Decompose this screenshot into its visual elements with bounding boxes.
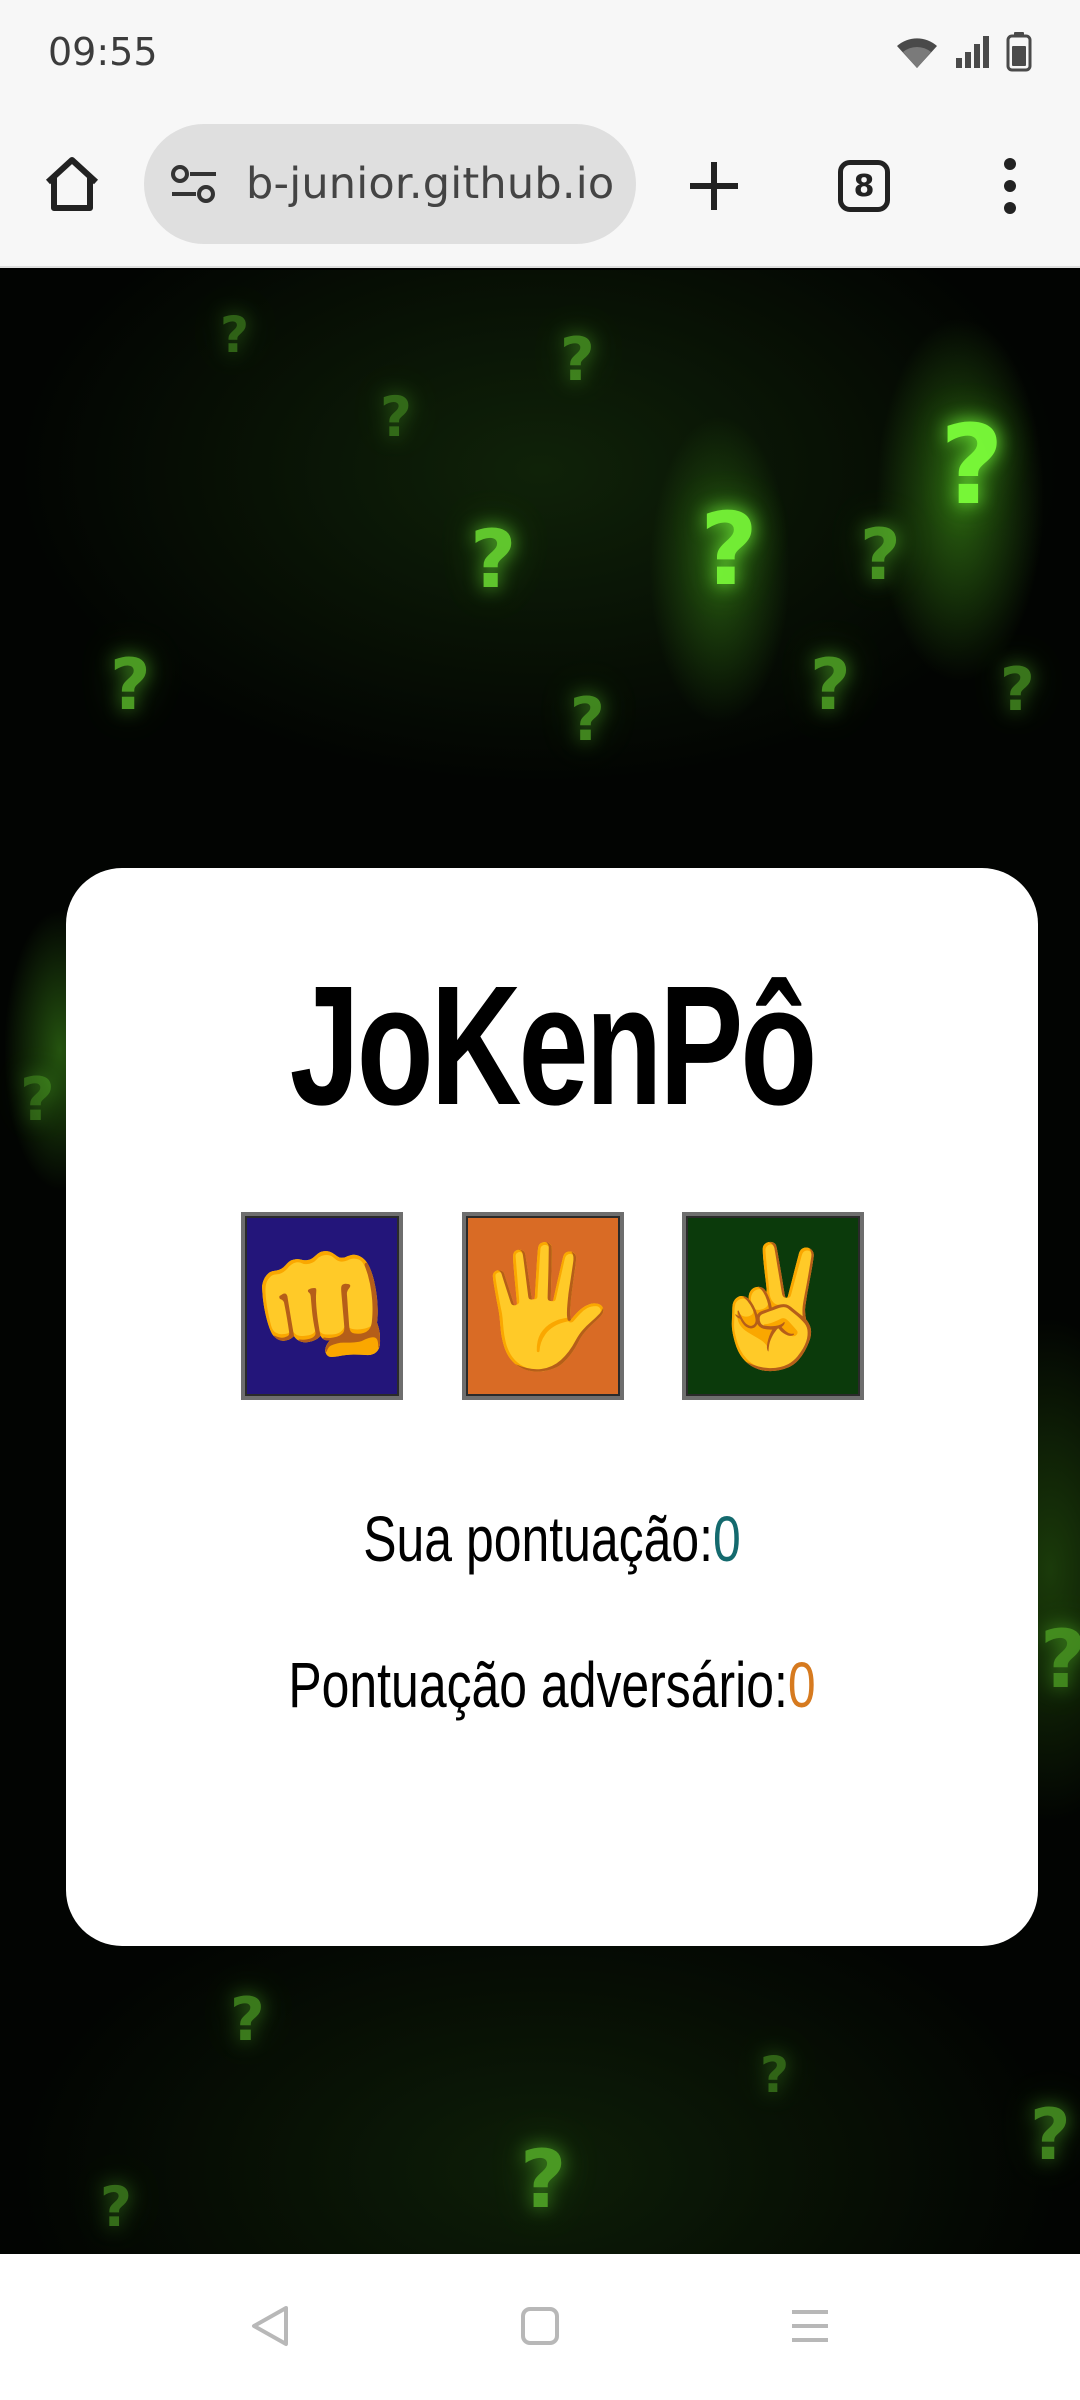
question-mark-decoration: ? bbox=[380, 385, 412, 449]
system-nav-bar bbox=[0, 2254, 1080, 2400]
signal-icon bbox=[956, 36, 989, 68]
back-icon[interactable] bbox=[248, 2302, 292, 2350]
scissors-button[interactable]: ✌️ bbox=[682, 1212, 864, 1400]
question-mark-decoration: ? bbox=[100, 2175, 132, 2239]
browser-toolbar: b-junior.github.io 8 bbox=[0, 104, 1080, 268]
player-score-value: 0 bbox=[712, 1503, 741, 1575]
question-mark-decoration: ? bbox=[700, 491, 759, 608]
question-mark-decoration: ? bbox=[470, 513, 517, 606]
player-score-label: Sua pontuação: bbox=[363, 1503, 713, 1575]
site-settings-icon[interactable] bbox=[166, 156, 222, 212]
question-mark-decoration: ? bbox=[570, 685, 605, 755]
question-mark-decoration: ? bbox=[860, 514, 901, 596]
scissors-victory-icon: ✌️ bbox=[699, 1237, 847, 1375]
page-background: ? ? ? ? ? ? ? ? ? ? ? ? ? ? ? ? ? ? JoKe… bbox=[0, 270, 1080, 2254]
question-mark-decoration: ? bbox=[940, 401, 1004, 529]
url-text: b-junior.github.io bbox=[246, 159, 615, 209]
more-options-icon[interactable] bbox=[990, 154, 1030, 218]
address-bar[interactable]: b-junior.github.io bbox=[144, 124, 636, 244]
question-mark-decoration: ? bbox=[1000, 655, 1035, 725]
status-icons bbox=[894, 32, 1032, 72]
opponent-score-label: Pontuação adversário: bbox=[288, 1649, 788, 1721]
question-mark-decoration: ? bbox=[1040, 1620, 1080, 1700]
question-mark-decoration: ? bbox=[220, 306, 250, 364]
home-nav-icon[interactable] bbox=[518, 2302, 562, 2350]
player-score: Sua pontuação:0 bbox=[173, 1502, 931, 1576]
question-mark-decoration: ? bbox=[760, 2046, 790, 2104]
battery-icon bbox=[1006, 32, 1032, 72]
wifi-icon bbox=[897, 38, 937, 68]
opponent-score-value: 0 bbox=[787, 1649, 816, 1721]
question-mark-decoration: ? bbox=[230, 1985, 265, 2055]
tab-count: 8 bbox=[853, 168, 875, 204]
question-mark-decoration: ? bbox=[110, 644, 151, 726]
rock-button[interactable]: 👊 bbox=[241, 1212, 403, 1400]
status-bar: 09:55 bbox=[0, 0, 1080, 104]
tab-switcher-button[interactable]: 8 bbox=[838, 160, 890, 212]
question-mark-decoration: ? bbox=[20, 1065, 55, 1135]
question-mark-decoration: ? bbox=[520, 2133, 567, 2226]
opponent-score: Pontuação adversário:0 bbox=[173, 1648, 931, 1722]
rock-fist-icon: 👊 bbox=[248, 1237, 396, 1375]
game-card: JoKenPô 👊 🖐️ ✌️ Sua pontuação:0 Pontuaçã… bbox=[66, 868, 1038, 1946]
question-mark-decoration: ? bbox=[560, 325, 595, 395]
paper-button[interactable]: 🖐️ bbox=[462, 1212, 624, 1400]
recent-apps-icon[interactable] bbox=[788, 2302, 832, 2350]
question-mark-decoration: ? bbox=[1030, 2094, 1071, 2176]
question-mark-decoration: ? bbox=[810, 644, 851, 726]
new-tab-icon[interactable] bbox=[682, 154, 746, 218]
paper-hand-icon: 🖐️ bbox=[469, 1237, 617, 1375]
status-time: 09:55 bbox=[48, 30, 158, 74]
home-icon[interactable] bbox=[40, 152, 104, 216]
game-title: JoKenPô bbox=[289, 951, 817, 1141]
